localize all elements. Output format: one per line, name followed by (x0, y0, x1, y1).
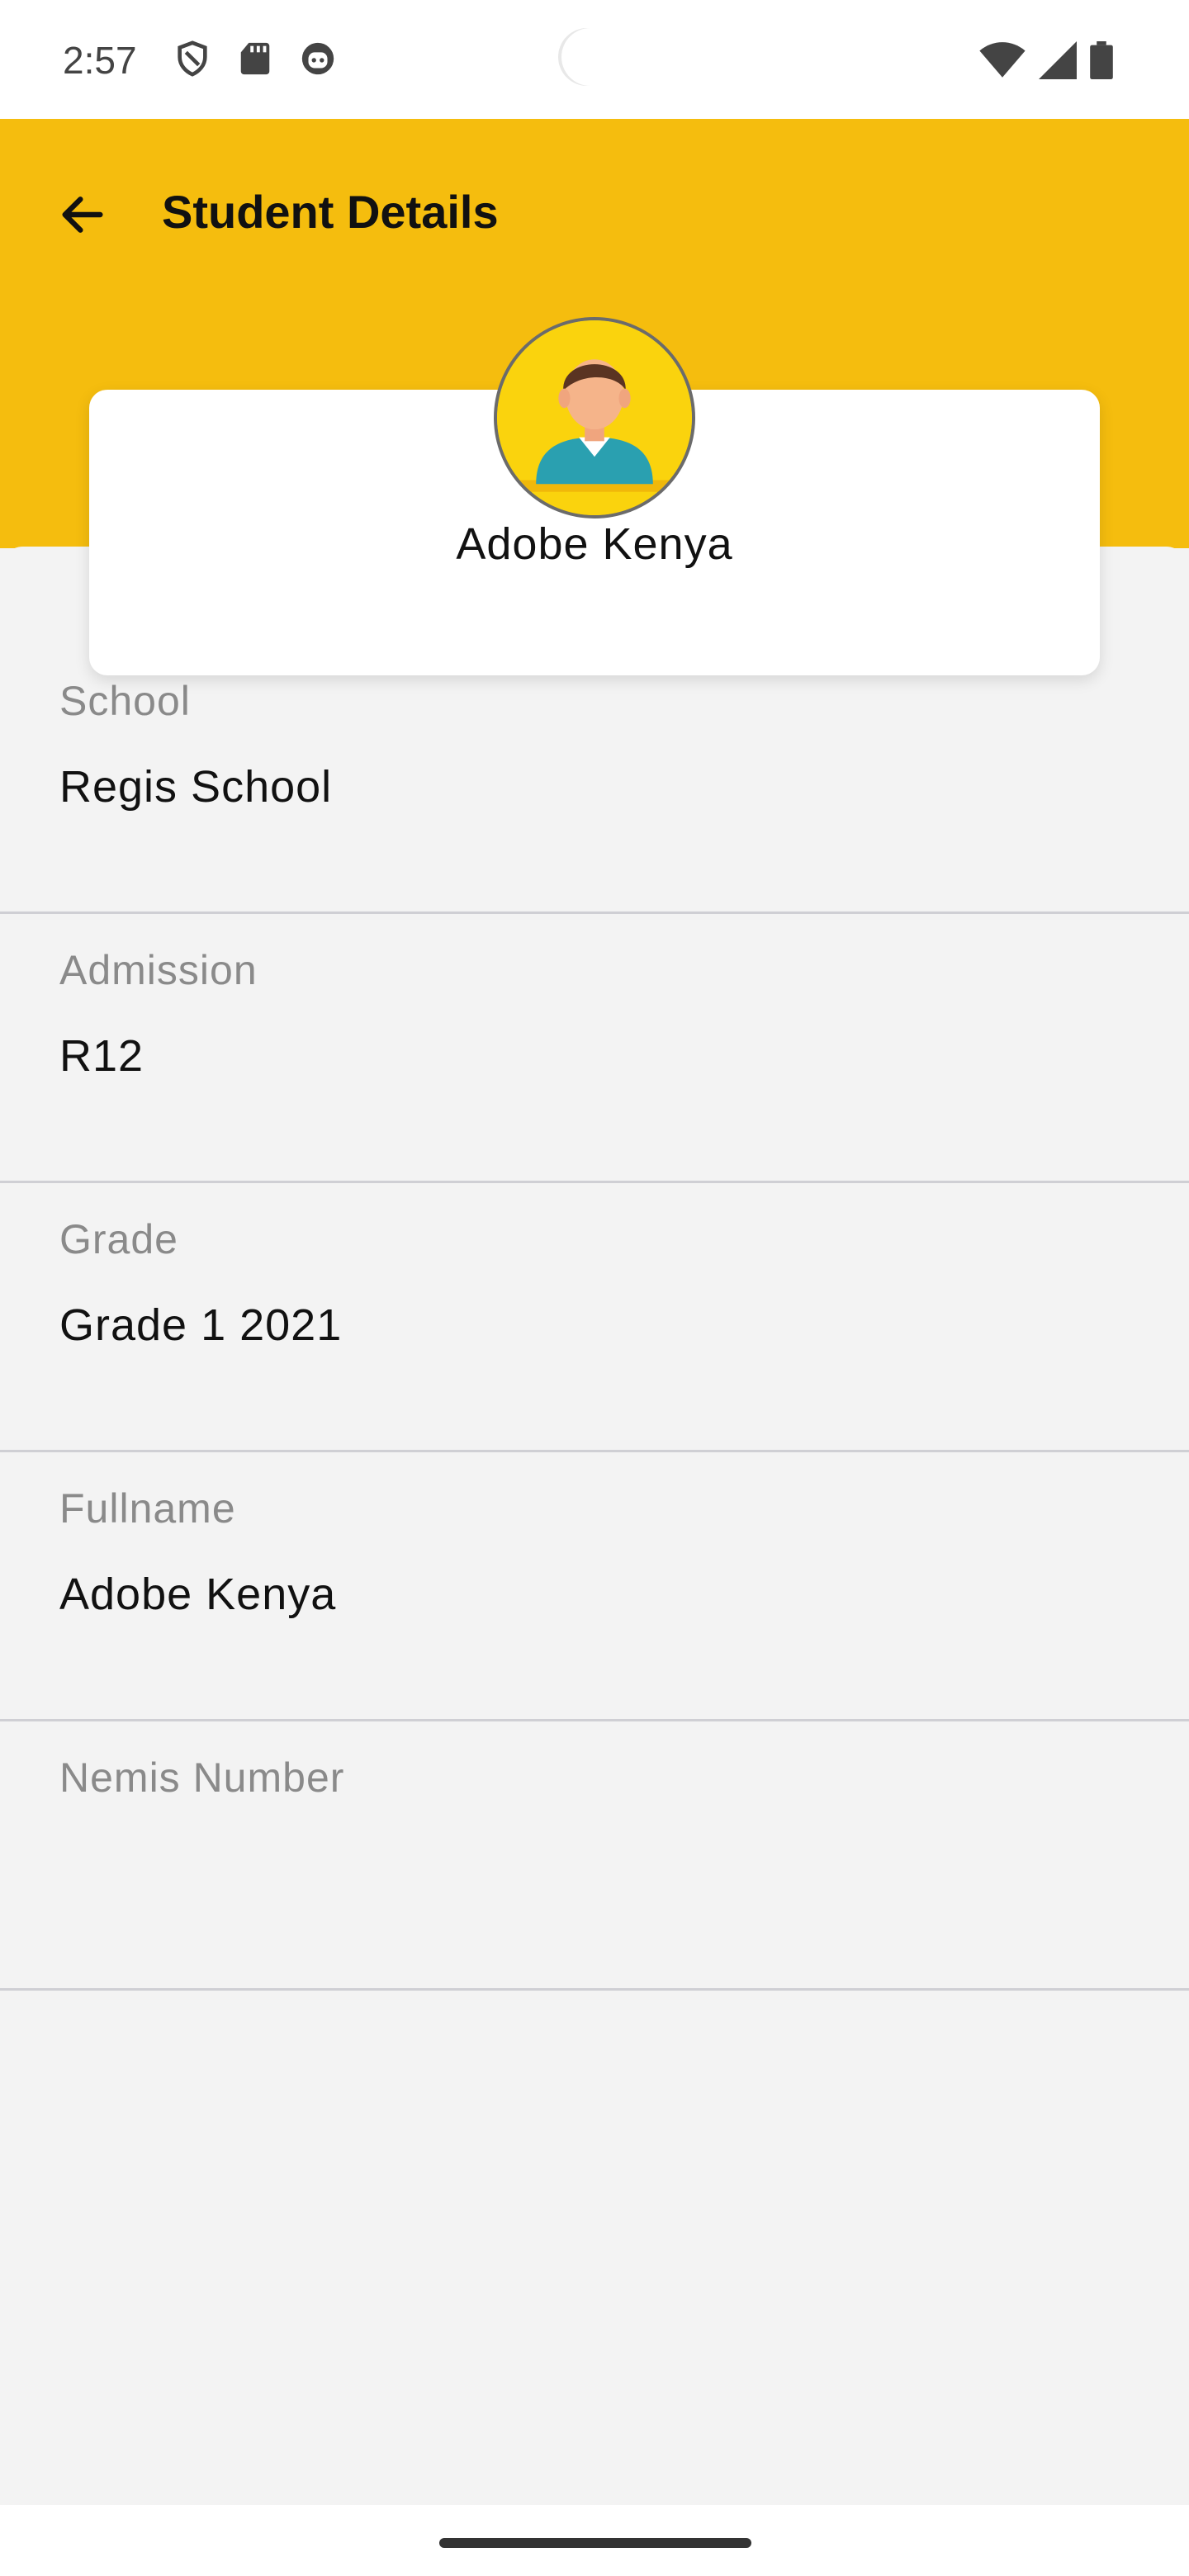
detail-label: Fullname (59, 1485, 236, 1532)
android-face-icon (301, 42, 334, 75)
student-avatar-icon (497, 320, 692, 515)
status-time: 2:57 (63, 39, 137, 82)
profile-name: Adobe Kenya (456, 519, 733, 569)
home-indicator[interactable] (439, 2538, 751, 2548)
status-icons-right (979, 41, 1113, 79)
detail-row-admission: Admission R12 (0, 915, 1189, 1183)
avatar (494, 317, 695, 519)
navigation-bar (0, 2505, 1189, 2576)
detail-row-nemis-number: Nemis Number (0, 1722, 1189, 1991)
detail-label: Grade (59, 1216, 178, 1262)
sd-card-icon (240, 42, 270, 75)
detail-value: Adobe Kenya (59, 1570, 337, 1619)
detail-row-school: School Regis School (0, 646, 1189, 914)
detail-value: Grade 1 2021 (59, 1300, 343, 1350)
detail-label: Nemis Number (59, 1754, 345, 1801)
cell-signal-icon (1039, 41, 1077, 79)
page-title: Student Details (162, 186, 499, 238)
detail-label: School (59, 678, 191, 724)
detail-value: R12 (59, 1031, 144, 1081)
detail-row-fullname: Fullname Adobe Kenya (0, 1453, 1189, 1721)
detail-row-grade: Grade Grade 1 2021 (0, 1184, 1189, 1452)
detail-label: Admission (59, 947, 258, 993)
content-sheet: School Regis School Admission R12 Grade … (0, 547, 1189, 2503)
status-bar: 2:57 (0, 0, 1189, 119)
shield-icon (178, 40, 207, 77)
wifi-icon (979, 42, 1026, 78)
battery-icon (1090, 41, 1113, 79)
detail-value: Regis School (59, 762, 333, 812)
back-button[interactable] (50, 182, 116, 248)
status-icons-left (173, 40, 337, 78)
camera-cutout (561, 28, 631, 86)
arrow-left-icon (62, 197, 103, 233)
